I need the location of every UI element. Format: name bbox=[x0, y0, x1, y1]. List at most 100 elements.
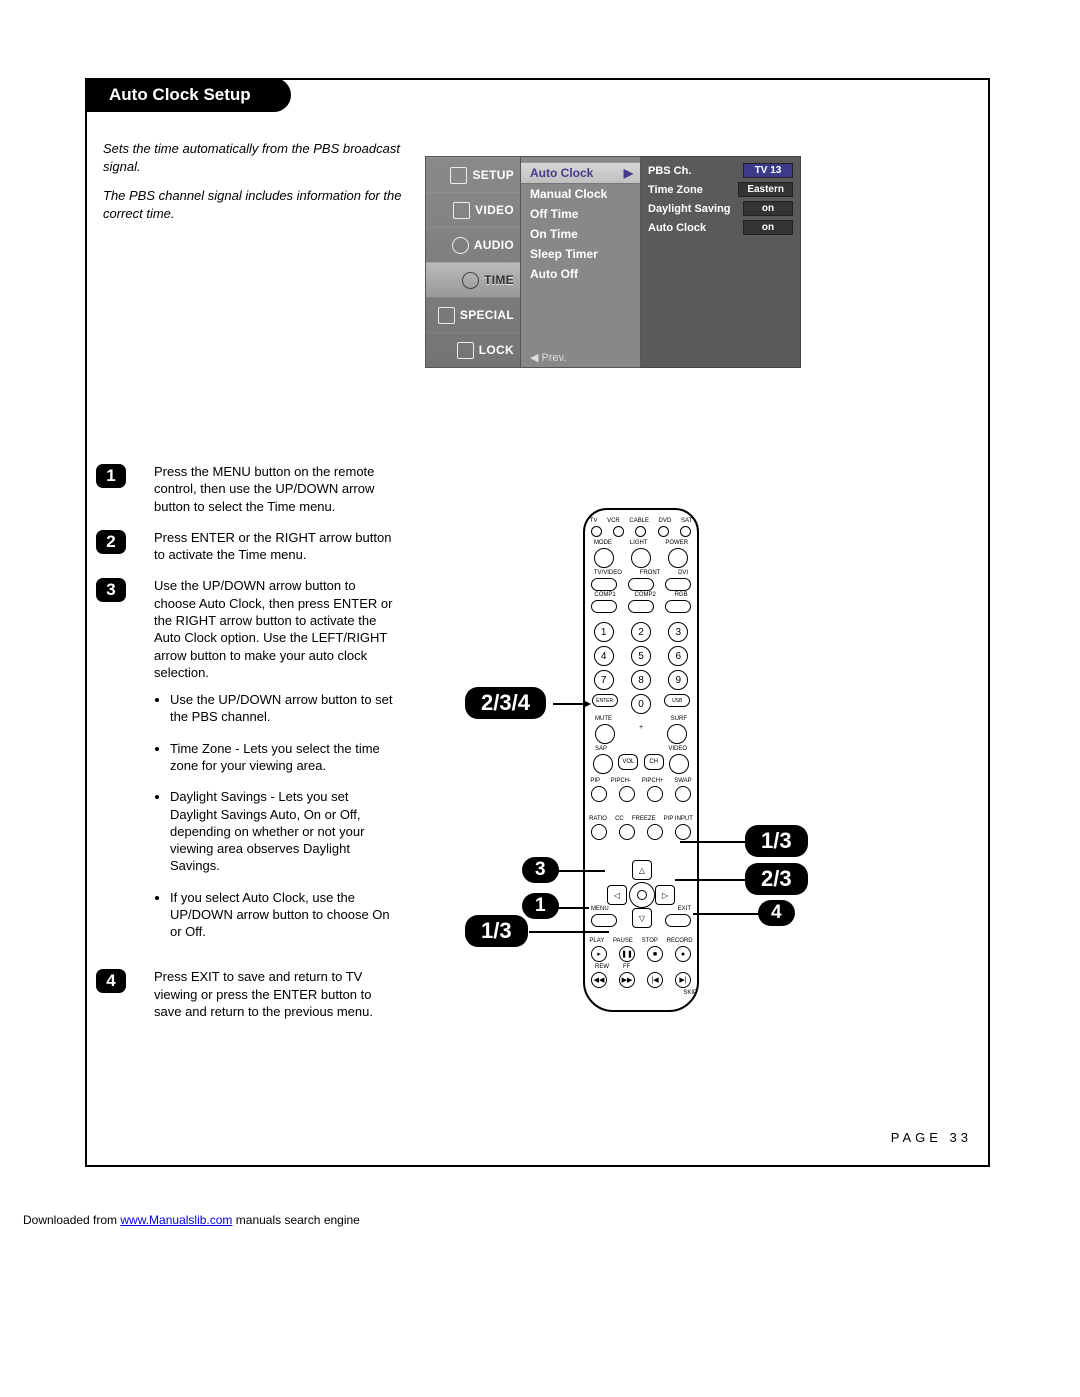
ff-button[interactable]: ▶▶ bbox=[619, 972, 635, 988]
osd-item-manual-clock[interactable]: Manual Clock bbox=[521, 184, 640, 204]
video-button[interactable] bbox=[669, 754, 689, 774]
rew-button[interactable]: ◀◀ bbox=[591, 972, 607, 988]
surf-button[interactable] bbox=[667, 724, 687, 744]
usb-button[interactable]: USB bbox=[664, 694, 690, 707]
osd-cat-setup[interactable]: SETUP bbox=[426, 157, 520, 192]
remote-tvv-row bbox=[585, 578, 697, 591]
osd-cat-time[interactable]: TIME bbox=[426, 262, 520, 297]
intro-p2: The PBS channel signal includes informat… bbox=[103, 187, 403, 222]
osd-cat-audio[interactable]: AUDIO bbox=[426, 227, 520, 262]
dpad-left[interactable]: ◁ bbox=[607, 885, 627, 905]
pipch-minus-button[interactable] bbox=[619, 786, 635, 802]
leader-line bbox=[675, 879, 745, 881]
num-3[interactable]: 3 bbox=[668, 622, 688, 642]
num-7[interactable]: 7 bbox=[594, 670, 614, 690]
page-border-left bbox=[85, 78, 87, 1167]
led-cable bbox=[635, 526, 646, 537]
comp1-button[interactable] bbox=[591, 600, 617, 613]
callout-13b: 1/3 bbox=[745, 825, 808, 857]
mute-button[interactable] bbox=[595, 724, 615, 744]
play-button[interactable]: ▸ bbox=[591, 946, 607, 962]
setup-icon bbox=[450, 167, 467, 184]
sap-button[interactable] bbox=[593, 754, 613, 774]
leader-line bbox=[693, 913, 758, 915]
vol-rocker[interactable]: VOL bbox=[618, 754, 638, 770]
leader-line bbox=[680, 841, 745, 843]
pause-button[interactable]: ❚❚ bbox=[619, 946, 635, 962]
leader-line bbox=[555, 907, 589, 909]
osd-values-column: PBS Ch.TV 13 Time ZoneEastern Daylight S… bbox=[641, 156, 801, 368]
step-3-bullet: Daylight Savings - Lets you set Daylight… bbox=[170, 788, 396, 874]
num-8[interactable]: 8 bbox=[631, 670, 651, 690]
remote-play-labels: PLAY PAUSE STOP RECORD bbox=[585, 938, 697, 944]
remote-skip-row: ◀◀ ▶▶ |◀ ▶| bbox=[585, 972, 697, 988]
remote-play-row: ▸ ❚❚ ■ ● bbox=[585, 946, 697, 962]
num-9[interactable]: 9 bbox=[668, 670, 688, 690]
osd-item-auto-off[interactable]: Auto Off bbox=[521, 264, 640, 284]
num-6[interactable]: 6 bbox=[668, 646, 688, 666]
comp2-button[interactable] bbox=[628, 600, 654, 613]
pip-button[interactable] bbox=[591, 786, 607, 802]
stop-button[interactable]: ■ bbox=[647, 946, 663, 962]
remote-pip-labels: PIP PIPCH- PIPCH+ SWAP bbox=[585, 778, 697, 784]
callout-3: 3 bbox=[522, 857, 559, 883]
skip-prev-button[interactable]: |◀ bbox=[647, 972, 663, 988]
num-5[interactable]: 5 bbox=[631, 646, 651, 666]
remote-outline: TV VCR CABLE DVD SAT MODE LIGHT POWER bbox=[583, 508, 699, 1012]
step-3-bullet: Use the UP/DOWN arrow button to set the … bbox=[170, 691, 396, 726]
dpad-right[interactable]: ▷ bbox=[655, 885, 675, 905]
cc-button[interactable] bbox=[619, 824, 635, 840]
step-2-text: Press ENTER or the RIGHT arrow button to… bbox=[154, 529, 396, 564]
osd-kv-timezone[interactable]: Time ZoneEastern bbox=[648, 182, 793, 197]
osd-kv-autoclock[interactable]: Auto Clockon bbox=[648, 220, 793, 235]
num-1[interactable]: 1 bbox=[594, 622, 614, 642]
step-3-text: Use the UP/DOWN arrow button to choose A… bbox=[154, 577, 396, 954]
num-2[interactable]: 2 bbox=[631, 622, 651, 642]
remote-ratio-row bbox=[585, 824, 697, 840]
osd-cat-special[interactable]: SPECIAL bbox=[426, 297, 520, 332]
ch-rocker[interactable]: CH bbox=[644, 754, 664, 770]
light-button[interactable] bbox=[631, 548, 651, 568]
osd-submenu-column: Auto Clock▶ Manual Clock Off Time On Tim… bbox=[521, 156, 641, 368]
time-icon bbox=[462, 272, 479, 289]
power-button[interactable] bbox=[668, 548, 688, 568]
step-badge-2: 2 bbox=[96, 530, 126, 554]
tvvideo-button[interactable] bbox=[591, 578, 617, 591]
led-vcr bbox=[613, 526, 624, 537]
front-button[interactable] bbox=[628, 578, 654, 591]
dpad-down[interactable]: ▽ bbox=[632, 908, 652, 928]
enter-small-button[interactable]: ENTER bbox=[592, 694, 618, 707]
record-button[interactable]: ● bbox=[675, 946, 691, 962]
osd-prev[interactable]: ◀ Prev. bbox=[530, 351, 566, 364]
dpad-up[interactable]: △ bbox=[632, 860, 652, 880]
mode-button[interactable] bbox=[594, 548, 614, 568]
ratio-button[interactable] bbox=[591, 824, 607, 840]
callout-23: 2/3 bbox=[745, 863, 808, 895]
video-icon bbox=[453, 202, 470, 219]
pipch-plus-button[interactable] bbox=[647, 786, 663, 802]
step-badge-1: 1 bbox=[96, 464, 126, 488]
skip-next-button[interactable]: ▶| bbox=[675, 972, 691, 988]
remote-numpad-row1: 1 2 3 bbox=[585, 622, 697, 642]
osd-kv-pbs[interactable]: PBS Ch.TV 13 bbox=[648, 163, 793, 178]
osd-item-auto-clock[interactable]: Auto Clock▶ bbox=[521, 162, 640, 184]
freeze-button[interactable] bbox=[647, 824, 663, 840]
osd-cat-lock[interactable]: LOCK bbox=[426, 332, 520, 367]
step-3-bullet: If you select Auto Clock, use the UP/DOW… bbox=[170, 889, 396, 941]
rgb-button[interactable] bbox=[665, 600, 691, 613]
osd-item-on-time[interactable]: On Time bbox=[521, 224, 640, 244]
swap-button[interactable] bbox=[675, 786, 691, 802]
osd-item-sleep-timer[interactable]: Sleep Timer bbox=[521, 244, 640, 264]
step-3-bullet: Time Zone - Lets you select the time zon… bbox=[170, 740, 396, 775]
osd-kv-daylight[interactable]: Daylight Savingon bbox=[648, 201, 793, 216]
remote-tvv-labels: TV/VIDEO FRONT DVI bbox=[585, 570, 697, 576]
dvi-button[interactable] bbox=[665, 578, 691, 591]
footer-link[interactable]: www.Manualslib.com bbox=[120, 1213, 232, 1227]
osd-cat-video[interactable]: VIDEO bbox=[426, 192, 520, 227]
pipinput-button[interactable] bbox=[675, 824, 691, 840]
led-tv bbox=[591, 526, 602, 537]
osd-item-off-time[interactable]: Off Time bbox=[521, 204, 640, 224]
num-4[interactable]: 4 bbox=[594, 646, 614, 666]
num-0[interactable]: 0 bbox=[631, 694, 651, 714]
dpad-enter[interactable] bbox=[629, 882, 655, 908]
